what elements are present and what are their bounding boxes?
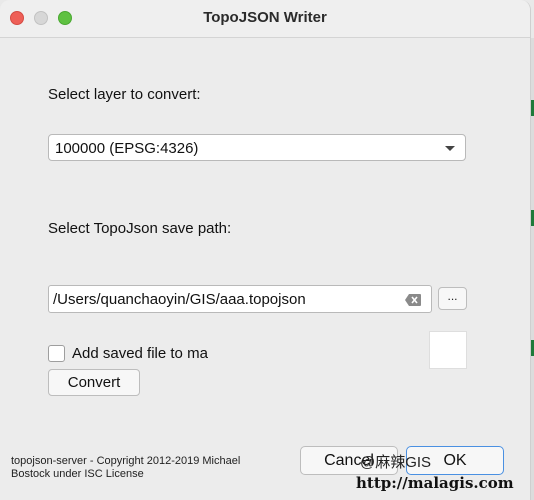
watermark-url: http://malagis.com [356, 474, 514, 492]
clear-field-icon[interactable] [405, 293, 421, 306]
watermark-text: @麻辣GIS [360, 454, 432, 471]
topojson-writer-dialog: TopoJSON Writer Select layer to convert:… [0, 0, 531, 500]
credit-line-1: topojson-server - Copyright 2012-2019 Mi… [11, 455, 241, 467]
layer-select[interactable]: 100000 (EPSG:4326) [48, 134, 466, 161]
license-credit: topojson-server - Copyright 2012-2019 Mi… [11, 455, 261, 481]
save-path-value: /Users/quanchaoyin/GIS/aaa.topojson [53, 291, 306, 308]
credit-line-2: Bostock under ISC License [11, 468, 144, 480]
browse-button[interactable]: ... [438, 287, 467, 310]
add-file-label: Add saved file to ma [72, 345, 208, 362]
convert-button[interactable]: Convert [48, 369, 140, 396]
title-bar: TopoJSON Writer [0, 0, 530, 38]
layer-select-label: Select layer to convert: [48, 86, 201, 103]
save-path-input[interactable]: /Users/quanchaoyin/GIS/aaa.topojson [48, 285, 432, 313]
window-title: TopoJSON Writer [203, 9, 327, 26]
layer-select-value: 100000 (EPSG:4326) [55, 140, 199, 157]
add-file-checkbox[interactable] [48, 345, 65, 362]
preview-swatch [429, 331, 467, 369]
dropdown-caret-icon [445, 146, 455, 151]
save-path-label: Select TopoJson save path: [48, 220, 232, 237]
